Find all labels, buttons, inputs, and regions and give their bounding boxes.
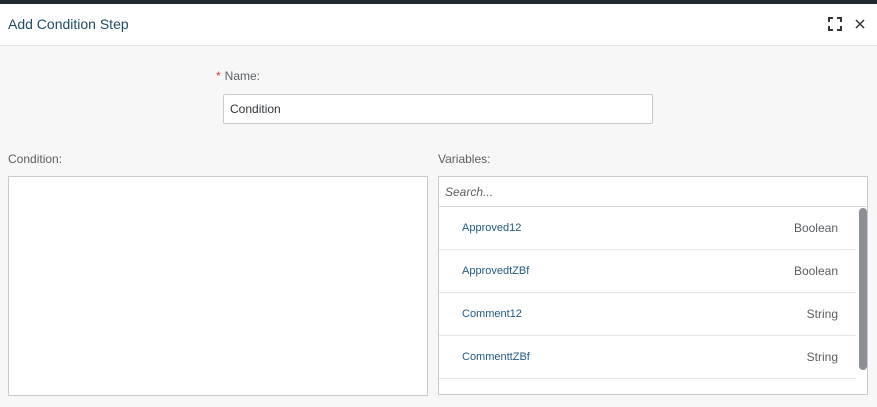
variable-name: ApprovedtZBf [462,265,530,277]
expand-icon[interactable] [828,17,842,31]
variable-type: Boolean [793,264,838,278]
variable-type: Boolean [793,221,838,235]
close-icon[interactable] [853,17,867,31]
variables-label: Variables: [438,152,491,166]
variable-item[interactable]: Approved12 Boolean [439,207,856,250]
variable-name: Comment12 [462,308,522,320]
name-field-label: * Name: [216,69,260,83]
name-label-text: Name: [224,69,261,83]
variables-search-input[interactable] [439,177,867,207]
dialog-title: Add Condition Step [8,16,129,32]
name-input[interactable] [223,94,653,124]
condition-label: Condition: [8,152,63,166]
variables-list: Approved12 Boolean ApprovedtZBf Boolean … [439,207,858,379]
variable-name: CommenttZBf [462,351,530,363]
variable-type: String [806,350,838,364]
variable-type: String [806,307,838,321]
variable-name: Approved12 [462,222,522,234]
variable-item[interactable]: ApprovedtZBf Boolean [439,250,856,293]
dialog-header: Add Condition Step [0,4,877,46]
variables-scrollbar[interactable] [859,208,867,370]
variable-item[interactable]: CommenttZBf String [439,336,856,379]
variable-item[interactable]: Comment12 String [439,293,856,336]
condition-editor[interactable] [8,176,428,396]
variables-panel: Approved12 Boolean ApprovedtZBf Boolean … [438,176,868,395]
required-marker: * [216,69,221,83]
